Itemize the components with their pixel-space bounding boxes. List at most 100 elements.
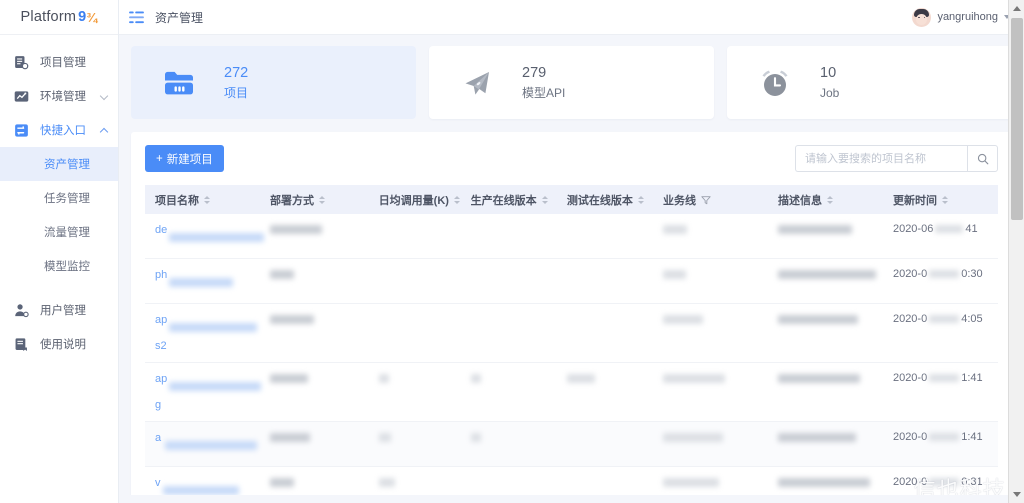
cell-business-line (652, 421, 768, 467)
sidebar-item-asset-management[interactable]: 资产管理 (0, 147, 118, 181)
username-label: yangruihong (937, 11, 998, 23)
search-input[interactable] (795, 145, 967, 172)
table-row[interactable]: ap g 2020-0 1:41 (145, 362, 998, 422)
content-area: 272 项目 279 模型API 10 Job + 新建项目 请输入要搜索的项目… (119, 35, 1024, 503)
scroll-up-arrow[interactable] (1009, 0, 1024, 17)
cell-deploy-mode (259, 362, 369, 422)
user-gear-icon (15, 303, 29, 317)
cell-deploy-mode (259, 258, 369, 304)
stat-card-projects[interactable]: 272 项目 (131, 46, 416, 119)
stat-card-job[interactable]: 10 Job (727, 46, 1012, 119)
stat-card-number: 279 (522, 64, 547, 81)
table-row[interactable]: a 2020-0 1:41 (145, 421, 998, 467)
sidebar-item-task-management[interactable]: 任务管理 (0, 181, 118, 215)
sidebar-item-label: 使用说明 (40, 339, 86, 351)
redaction-block (662, 432, 723, 442)
cell-update-time: 2020-0 4:05 (882, 303, 998, 363)
sidebar-item-model-monitoring[interactable]: 模型监控 (0, 249, 118, 283)
column-header-project-name[interactable]: 项目名称 (145, 185, 260, 214)
sort-icon[interactable] (541, 195, 548, 204)
redaction-block (566, 373, 595, 383)
sidebar-item-project-management[interactable]: 项目管理 (0, 45, 118, 79)
cell-prod-version (460, 214, 557, 259)
stat-cards: 272 项目 279 模型API 10 Job (131, 46, 1012, 119)
cell-daily-calls (368, 421, 461, 467)
sidebar-item-label: 项目管理 (40, 57, 86, 69)
sort-icon[interactable] (318, 195, 325, 204)
cell-business-line (652, 362, 768, 422)
redaction-block (165, 441, 257, 451)
sort-icon[interactable] (826, 195, 833, 204)
cell-project-name[interactable]: a (145, 421, 260, 467)
table-header-row: 项目名称 部署方式 日均调用量(K) 生产在线版本 测试在线版本 业务线 描述信… (145, 185, 998, 214)
menu-fold-icon[interactable] (129, 11, 144, 24)
cell-project-name[interactable]: ph (145, 258, 260, 304)
cell-project-name[interactable]: ap s2 (145, 303, 260, 363)
column-header-test-version[interactable]: 测试在线版本 (556, 185, 653, 214)
cell-test-version (556, 303, 653, 363)
sidebar-nav: 项目管理 环境管理 快捷入口 资产管理 任务管理 流量管理 模型监控 用户管理 … (0, 35, 118, 361)
table-row[interactable]: ap s2 2020-0 4:05 (145, 303, 998, 363)
cell-project-name[interactable]: ap g (145, 362, 261, 422)
project-link-line2[interactable]: s2 (155, 339, 250, 353)
cell-business-line (652, 214, 768, 259)
cell-prod-version (460, 303, 557, 363)
cell-test-version (556, 258, 653, 304)
redaction-block (662, 314, 703, 324)
search-button[interactable] (967, 145, 998, 172)
sidebar-item-user-manual[interactable]: 使用说明 (0, 327, 118, 361)
sort-icon[interactable] (637, 195, 644, 204)
vertical-scrollbar[interactable] (1008, 0, 1024, 503)
table-row[interactable]: de 2020-06 41 (145, 214, 998, 259)
project-icon (15, 55, 29, 69)
redaction-block (662, 477, 719, 487)
sort-icon[interactable] (453, 195, 460, 204)
column-label: 生产在线版本 (470, 194, 537, 207)
topbar: 资产管理 yangruihong (119, 0, 1024, 35)
update-time: 2020-0 (892, 431, 928, 443)
redaction-block (662, 269, 686, 279)
sidebar-item-user-management[interactable]: 用户管理 (0, 293, 118, 327)
column-label: 描述信息 (777, 194, 822, 207)
sort-icon[interactable] (204, 195, 210, 204)
column-header-update-time[interactable]: 更新时间 (882, 185, 998, 214)
column-header-prod-version[interactable]: 生产在线版本 (460, 185, 557, 214)
cell-project-name[interactable]: de (145, 214, 264, 259)
column-header-daily-calls[interactable]: 日均调用量(K) (368, 185, 461, 214)
avatar (912, 7, 932, 27)
horizontal-scrollbar[interactable] (119, 495, 1024, 503)
scrollbar-thumb[interactable] (1011, 18, 1023, 220)
update-time: 2020-0 (892, 313, 928, 325)
chevron-up-icon[interactable] (99, 127, 109, 137)
sidebar-item-shortcut-entry[interactable]: 快捷入口 (0, 113, 118, 147)
sidebar-item-traffic-management[interactable]: 流量管理 (0, 215, 118, 249)
logo-fraction: ¾ (86, 9, 98, 25)
user-menu[interactable]: yangruihong (912, 7, 1010, 27)
redaction-block (777, 373, 860, 383)
scroll-down-arrow[interactable] (1009, 486, 1024, 503)
redaction-block (163, 486, 239, 496)
chart-box-icon (14, 90, 29, 102)
filter-icon[interactable] (701, 195, 711, 205)
sidebar-item-environment-management[interactable]: 环境管理 (0, 79, 118, 113)
stat-card-model-api[interactable]: 279 模型API (429, 46, 714, 119)
column-header-description[interactable]: 描述信息 (767, 185, 883, 214)
update-time-tail: 41 (965, 223, 978, 235)
sort-icon[interactable] (941, 195, 948, 204)
update-time-tail: 0:31 (961, 476, 983, 488)
redaction-block (169, 278, 233, 288)
redaction-block (269, 224, 322, 234)
new-project-button[interactable]: + 新建项目 (145, 145, 224, 172)
project-link-line2[interactable]: g (155, 398, 250, 412)
paper-plane-icon (465, 71, 489, 95)
app-logo[interactable]: Platform 9 ¾ (0, 0, 118, 35)
redaction-block (269, 432, 310, 442)
table-row[interactable]: ph 2020-0 0:30 (145, 258, 998, 304)
chevron-down-icon[interactable] (99, 91, 109, 101)
column-header-deploy-mode[interactable]: 部署方式 (259, 185, 369, 214)
cell-prod-version (460, 362, 557, 422)
column-header-business-line[interactable]: 业务线 (652, 185, 768, 214)
update-time: 2020-0 (892, 476, 928, 488)
stat-card-text: 10 Job (820, 63, 839, 103)
table-toolbar: + 新建项目 (145, 144, 998, 173)
